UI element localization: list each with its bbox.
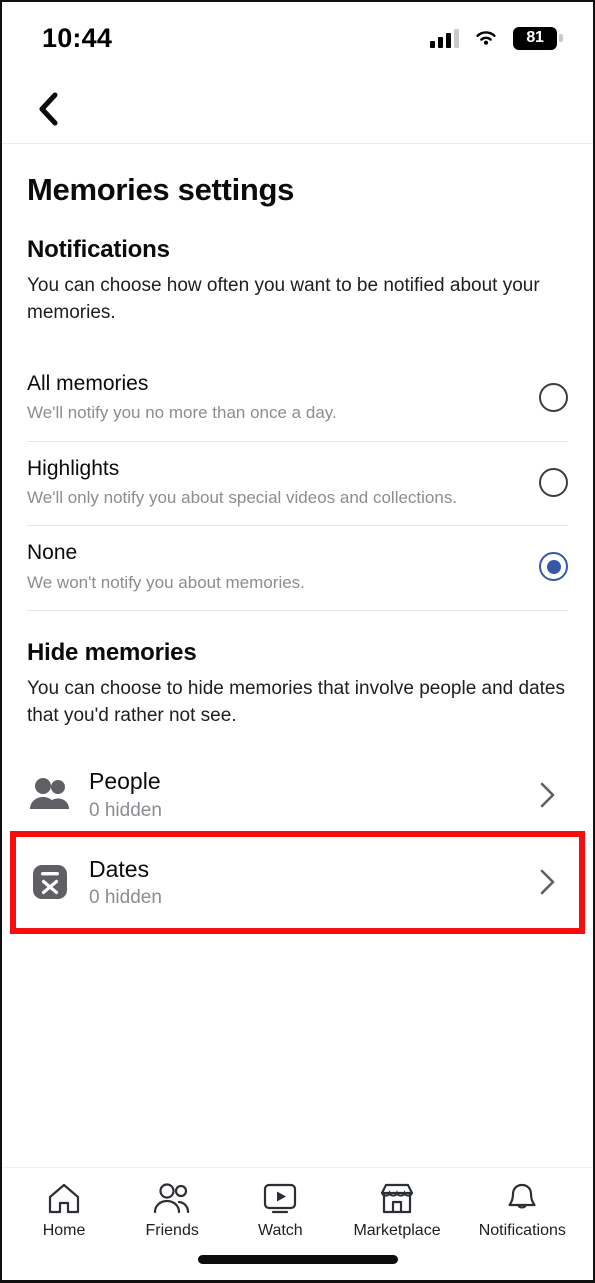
option-text-group: Highlights We'll only notify you about s… (27, 456, 539, 510)
nav-label: Notifications (478, 1222, 566, 1239)
row-dates[interactable]: Dates 0 hidden (27, 840, 568, 926)
row-subtitle: 0 hidden (89, 887, 162, 909)
status-bar: 10:44 81 (2, 2, 593, 74)
phone-screen: 10:44 81 Memories settings Notifications… (0, 0, 595, 1283)
navigation-bar (2, 74, 593, 144)
home-icon (48, 1183, 80, 1214)
battery-icon: 81 (513, 26, 563, 50)
option-title: None (27, 541, 78, 565)
status-indicators: 81 (430, 26, 563, 50)
bell-icon (508, 1183, 536, 1209)
nav-item-home[interactable]: Home (29, 1182, 99, 1240)
people-icon (27, 772, 73, 818)
nav-item-notifications[interactable]: Notifications (479, 1182, 566, 1240)
wifi-icon (473, 28, 499, 48)
chevron-right-icon (532, 780, 562, 810)
hide-memories-description: You can choose to hide memories that inv… (27, 678, 565, 727)
row-title: People (89, 767, 161, 794)
watch-icon (264, 1183, 297, 1214)
status-time: 10:44 (42, 22, 113, 53)
radio-none[interactable] (539, 552, 568, 582)
row-people[interactable]: People 0 hidden (27, 752, 568, 838)
option-all-memories[interactable]: All memories We'll notify you no more th… (27, 357, 568, 442)
hide-memories-section: Hide memories You can choose to hide mem… (10, 639, 585, 935)
option-highlights[interactable]: Highlights We'll only notify you about s… (27, 442, 568, 527)
row-title: Dates (89, 855, 150, 882)
option-title: All memories (27, 371, 149, 395)
option-subtitle: We won't notify you about memories. (27, 572, 305, 592)
battery-level: 81 (526, 29, 544, 46)
notifications-section: Notifications You can choose how often y… (27, 236, 568, 612)
nav-label: Watch (257, 1222, 303, 1239)
nav-label: Friends (145, 1222, 199, 1239)
bottom-navigation-bar: Home Friends Watch Marketplace Notificat… (2, 1167, 593, 1280)
nav-label: Home (42, 1222, 86, 1239)
row-subtitle: 0 hidden (89, 799, 162, 821)
cellular-signal-icon (430, 28, 459, 48)
option-subtitle: We'll notify you no more than once a day… (27, 403, 337, 423)
nav-label: Marketplace (353, 1222, 441, 1239)
option-none[interactable]: None We won't notify you about memories. (27, 526, 568, 612)
notifications-description: You can choose how often you want to be … (27, 275, 540, 323)
date-hidden-icon (27, 859, 73, 905)
nav-item-friends[interactable]: Friends (137, 1182, 207, 1240)
friends-icon (154, 1183, 190, 1214)
nav-item-marketplace[interactable]: Marketplace (353, 1182, 441, 1240)
radio-highlights[interactable] (539, 467, 568, 497)
nav-item-watch[interactable]: Watch (245, 1182, 315, 1240)
chevron-left-icon (39, 92, 58, 125)
option-text-group: All memories We'll notify you no more th… (27, 371, 539, 425)
dates-row-wrapper: Dates 0 hidden (10, 830, 585, 935)
radio-all-memories[interactable] (539, 382, 568, 412)
marketplace-icon (380, 1183, 414, 1214)
notification-options-list: All memories We'll notify you no more th… (27, 357, 568, 612)
page-title: Memories settings (27, 172, 295, 207)
row-text-group: Dates 0 hidden (89, 856, 532, 910)
chevron-right-icon (532, 867, 562, 897)
hide-memories-list: People 0 hidden Dates 0 hidden (10, 752, 585, 935)
notifications-heading: Notifications (27, 236, 170, 263)
row-text-group: People 0 hidden (89, 768, 532, 822)
bottom-nav-items: Home Friends Watch Marketplace Notificat… (2, 1168, 593, 1240)
back-button[interactable] (28, 89, 68, 129)
home-indicator[interactable] (197, 1255, 398, 1264)
option-text-group: None We won't notify you about memories. (27, 540, 539, 594)
hide-memories-heading: Hide memories (27, 639, 197, 667)
option-title: Highlights (27, 456, 120, 480)
option-subtitle: We'll only notify you about special vide… (27, 487, 458, 507)
settings-content: Memories settings Notifications You can … (2, 172, 593, 935)
